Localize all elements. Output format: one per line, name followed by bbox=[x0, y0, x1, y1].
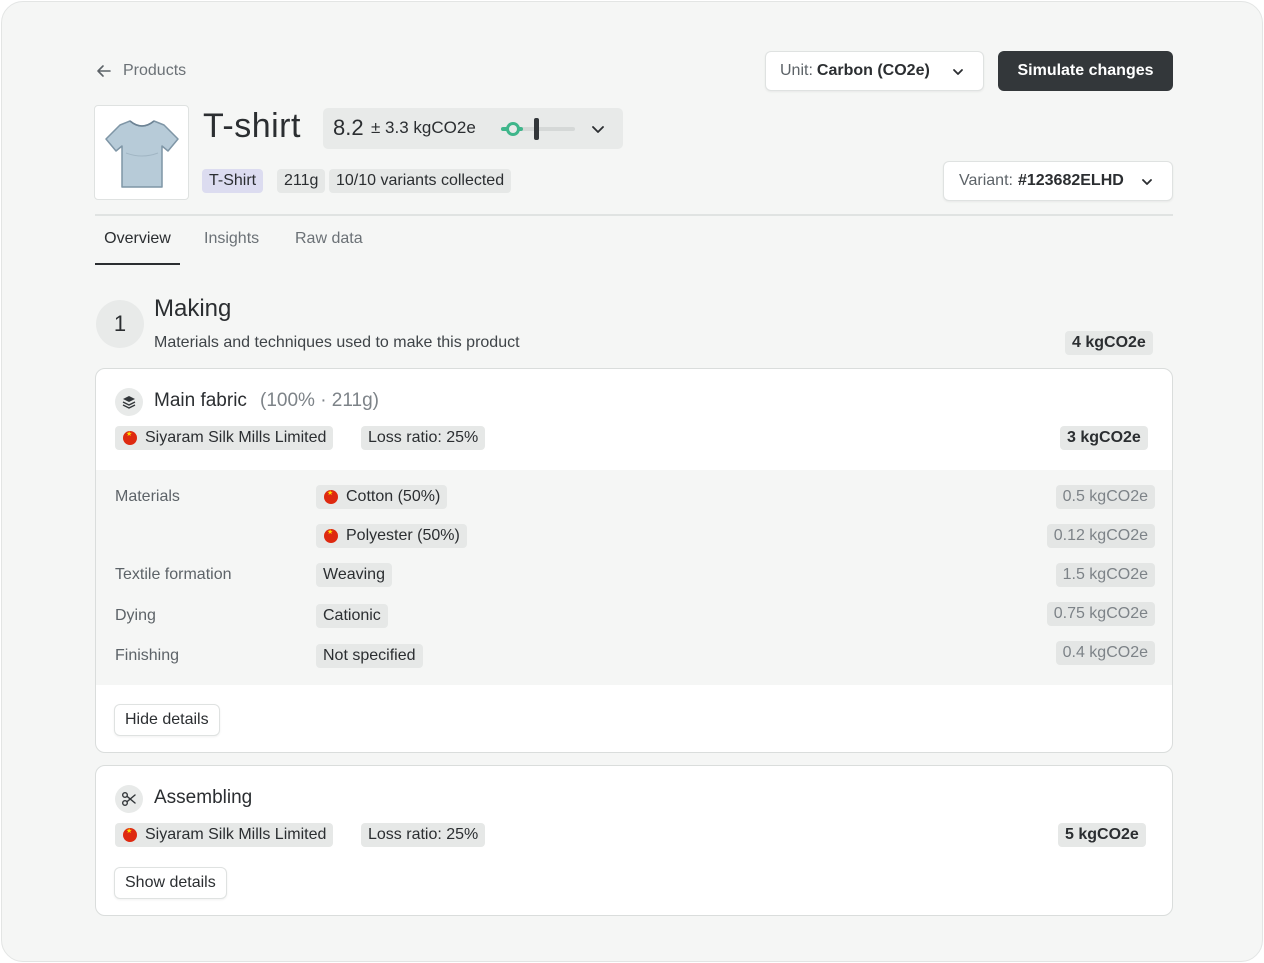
variant-dropdown[interactable]: Variant: #123682ELHD bbox=[943, 161, 1173, 201]
main-fabric-total: 3 kgCO2e bbox=[1060, 426, 1148, 450]
china-flag-icon bbox=[123, 431, 137, 445]
layers-icon bbox=[115, 388, 143, 416]
materials-label: Materials bbox=[115, 488, 180, 505]
simulate-changes-label: Simulate changes bbox=[1017, 62, 1154, 79]
polyester-value: 0.12 kgCO2e bbox=[1046, 524, 1155, 548]
assembling-title: Assembling bbox=[154, 787, 253, 808]
tab-raw-data-label: Raw data bbox=[295, 230, 363, 247]
supplier-name: Siyaram Silk Mills Limited bbox=[145, 429, 327, 446]
supplier-tag: Siyaram Silk Mills Limited bbox=[115, 426, 334, 450]
co2-estimate-dropdown[interactable]: 8.2 ± 3.3 kgCO2e bbox=[323, 108, 623, 149]
cotton-value: 0.5 kgCO2e bbox=[1055, 485, 1155, 509]
china-flag-icon bbox=[324, 490, 338, 504]
tab-insights[interactable]: Insights bbox=[204, 228, 259, 265]
t-shirt-image bbox=[104, 119, 179, 188]
main-fabric-title: Main fabric bbox=[154, 390, 247, 411]
china-flag-icon bbox=[324, 529, 338, 543]
unit-dropdown[interactable]: Unit: Carbon (CO2e) bbox=[765, 51, 984, 91]
scissors-icon bbox=[115, 785, 143, 813]
back-link-label: Products bbox=[123, 62, 187, 79]
dying-label: Dying bbox=[115, 607, 156, 624]
main-fabric-meta: (100% · 211g) bbox=[260, 390, 379, 411]
tab-insights-label: Insights bbox=[204, 230, 260, 247]
tab-raw-data[interactable]: Raw data bbox=[295, 228, 363, 265]
tab-overview-label: Overview bbox=[104, 230, 171, 247]
polyester-label: Polyester (50%) bbox=[346, 527, 460, 544]
co2-range: ± 3.3 kgCO2e bbox=[371, 118, 476, 137]
category-tag: T-Shirt bbox=[202, 169, 264, 193]
textile-formation-value: 1.5 kgCO2e bbox=[1055, 563, 1155, 587]
hide-details-button[interactable]: Hide details bbox=[114, 704, 220, 736]
weight-tag: 211g bbox=[277, 169, 326, 193]
variants-tag: 10/10 variants collected bbox=[329, 169, 512, 193]
arrow-left-icon bbox=[95, 62, 113, 80]
section-subtitle: Materials and techniques used to make th… bbox=[154, 334, 520, 351]
supplier-name: Siyaram Silk Mills Limited bbox=[145, 826, 327, 843]
assembling-card: Assembling Siyaram Silk Mills Limited Lo… bbox=[95, 765, 1173, 916]
variant-value: #123682ELHD bbox=[1017, 172, 1124, 189]
main-fabric-details: Materials Cotton (50%) 0.5 kgCO2e Polyes… bbox=[96, 470, 1172, 685]
material-polyester-tag: Polyester (50%) bbox=[316, 524, 467, 548]
hide-details-label: Hide details bbox=[125, 711, 209, 728]
unit-value: Carbon (CO2e) bbox=[816, 62, 930, 79]
chevron-down-icon bbox=[1140, 175, 1154, 189]
supplier-tag: Siyaram Silk Mills Limited bbox=[115, 823, 334, 847]
product-thumbnail bbox=[94, 105, 189, 200]
confidence-slider bbox=[501, 118, 575, 140]
chevron-down-icon bbox=[951, 65, 965, 79]
finishing-tag: Not specified bbox=[316, 644, 423, 668]
tab-overview[interactable]: Overview bbox=[95, 228, 180, 265]
section-number-badge: 1 bbox=[96, 300, 144, 348]
loss-ratio-tag: Loss ratio: 25% bbox=[361, 823, 486, 847]
section-total-badge: 4 kgCO2e bbox=[1065, 331, 1153, 355]
cotton-label: Cotton (50%) bbox=[346, 488, 441, 505]
finishing-value: 0.4 kgCO2e bbox=[1055, 641, 1155, 665]
unit-prefix: Unit: bbox=[780, 62, 813, 79]
show-details-label: Show details bbox=[125, 874, 216, 891]
show-details-button[interactable]: Show details bbox=[114, 867, 227, 899]
finishing-label: Finishing bbox=[115, 647, 180, 664]
simulate-changes-button[interactable]: Simulate changes bbox=[998, 51, 1173, 91]
assembling-total: 5 kgCO2e bbox=[1058, 823, 1146, 847]
back-link[interactable]: Products bbox=[95, 60, 186, 82]
section-number: 1 bbox=[113, 311, 127, 336]
main-fabric-card: Main fabric (100% · 211g) Siyaram Silk M… bbox=[95, 368, 1173, 753]
app-window: Products Unit: Carbon (CO2e) Simulate ch… bbox=[1, 1, 1263, 962]
textile-formation-label: Textile formation bbox=[115, 566, 232, 583]
textile-formation-tag: Weaving bbox=[316, 563, 392, 587]
loss-ratio-tag: Loss ratio: 25% bbox=[361, 426, 486, 450]
co2-value: 8.2 bbox=[333, 115, 364, 140]
section-title: Making bbox=[154, 295, 232, 322]
header-divider bbox=[95, 214, 1173, 216]
china-flag-icon bbox=[123, 828, 137, 842]
material-cotton-tag: Cotton (50%) bbox=[316, 485, 448, 509]
dying-value: 0.75 kgCO2e bbox=[1046, 602, 1155, 626]
product-title: T-shirt bbox=[203, 107, 301, 145]
dying-tag: Cationic bbox=[316, 604, 388, 628]
chevron-down-icon bbox=[590, 121, 606, 137]
variant-prefix: Variant: bbox=[959, 172, 1013, 189]
